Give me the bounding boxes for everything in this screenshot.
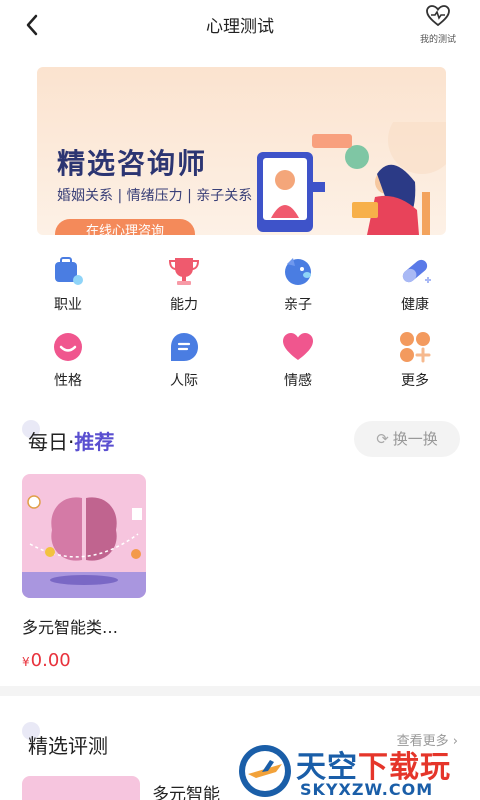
category-social[interactable]: 人际 bbox=[144, 330, 224, 390]
category-label: 健康 bbox=[401, 297, 429, 313]
category-label: 更多 bbox=[401, 373, 429, 389]
banner-title: 精选咨询师 bbox=[57, 147, 208, 180]
category-label: 职业 bbox=[54, 297, 82, 313]
chat-icon bbox=[171, 333, 198, 361]
test-card[interactable]: 多元智能类… ¥0.00 bbox=[22, 474, 146, 671]
section-title-accent: 推荐 bbox=[74, 430, 115, 454]
watermark-url: SKYXZW.COM bbox=[300, 780, 434, 799]
heart-icon bbox=[283, 333, 313, 360]
section-divider bbox=[0, 686, 480, 696]
category-more[interactable]: 更多 bbox=[375, 330, 455, 390]
refresh-icon: ⟳ bbox=[376, 430, 389, 448]
banner-illustration bbox=[257, 122, 446, 235]
my-tests-button[interactable]: 我的测试 bbox=[410, 4, 466, 45]
trophy-icon bbox=[168, 258, 200, 285]
briefcase-icon bbox=[55, 257, 83, 285]
section-title-prefix: 每日· bbox=[28, 430, 75, 454]
swap-button[interactable]: ⟳ 换一换 bbox=[354, 421, 460, 457]
category-personality[interactable]: 性格 bbox=[28, 330, 108, 390]
section-title: 每日·推荐 bbox=[28, 426, 114, 455]
watermark-logo: 天空下载玩 SKYXZW.COM bbox=[236, 742, 480, 800]
category-health[interactable]: 健康 bbox=[375, 254, 455, 314]
featured-thumbnail[interactable] bbox=[22, 776, 140, 800]
section-title: 精选评测 bbox=[28, 734, 108, 758]
heart-pulse-icon bbox=[426, 5, 450, 27]
test-price: ¥0.00 bbox=[22, 650, 146, 671]
category-label: 性格 bbox=[54, 373, 82, 389]
category-label: 亲子 bbox=[284, 297, 312, 313]
category-label: 人际 bbox=[170, 373, 198, 389]
online-consult-button[interactable]: 在线心理咨询 bbox=[55, 219, 195, 235]
category-emotion[interactable]: 情感 bbox=[258, 330, 338, 390]
category-ability[interactable]: 能力 bbox=[144, 254, 224, 314]
category-label: 情感 bbox=[284, 373, 312, 389]
counselor-banner[interactable]: 精选咨询师 婚姻关系 | 情绪压力 | 亲子关系 在线心理咨询 bbox=[37, 67, 446, 235]
category-parenting[interactable]: 亲子 bbox=[258, 254, 338, 314]
price-value: 0.00 bbox=[30, 650, 71, 671]
smile-icon bbox=[54, 333, 82, 361]
banner-subtitle: 婚姻关系 | 情绪压力 | 亲子关系 bbox=[57, 188, 253, 204]
airplane-logo-icon bbox=[239, 745, 291, 797]
category-label: 能力 bbox=[170, 297, 198, 313]
my-tests-label: 我的测试 bbox=[419, 35, 456, 45]
featured-item-name[interactable]: 多元智能 bbox=[152, 780, 220, 800]
swap-label: 换一换 bbox=[392, 430, 438, 448]
top-bar: 心理测试 我的测试 bbox=[0, 0, 480, 48]
category-career[interactable]: 职业 bbox=[28, 254, 108, 314]
more-icon bbox=[400, 332, 431, 363]
brain-thumbnail bbox=[22, 474, 146, 598]
page-title: 心理测试 bbox=[206, 17, 274, 37]
currency-symbol: ¥ bbox=[22, 655, 30, 669]
pill-icon bbox=[402, 259, 431, 283]
test-name: 多元智能类… bbox=[22, 618, 119, 637]
dog-icon bbox=[285, 258, 311, 285]
